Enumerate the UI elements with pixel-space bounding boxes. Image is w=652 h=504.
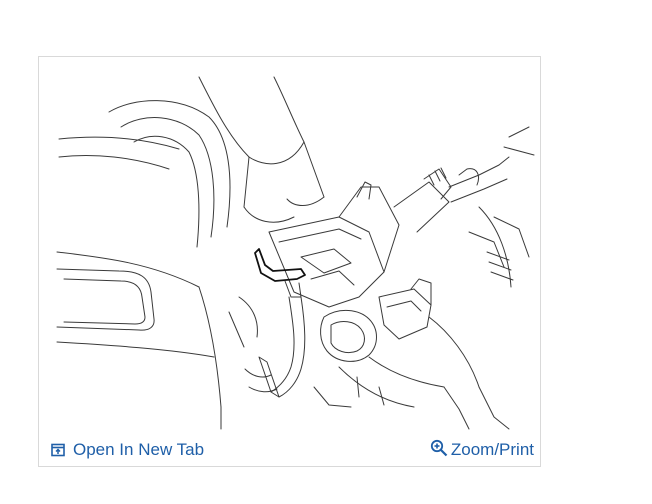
technical-illustration [56,76,535,430]
zoom-print-label: Zoom/Print [450,440,534,459]
zoom-print-button[interactable]: Zoom/Print [430,438,534,462]
open-in-new-tab-button[interactable]: Open In New Tab [51,438,204,462]
image-viewer: Open In New Tab Zoom/Print [38,56,541,467]
open-in-new-tab-label: Open In New Tab [73,440,205,459]
open-in-new-tab-icon [51,443,65,457]
viewer-toolbar: Open In New Tab Zoom/Print [39,434,540,466]
zoom-in-icon [430,439,448,457]
